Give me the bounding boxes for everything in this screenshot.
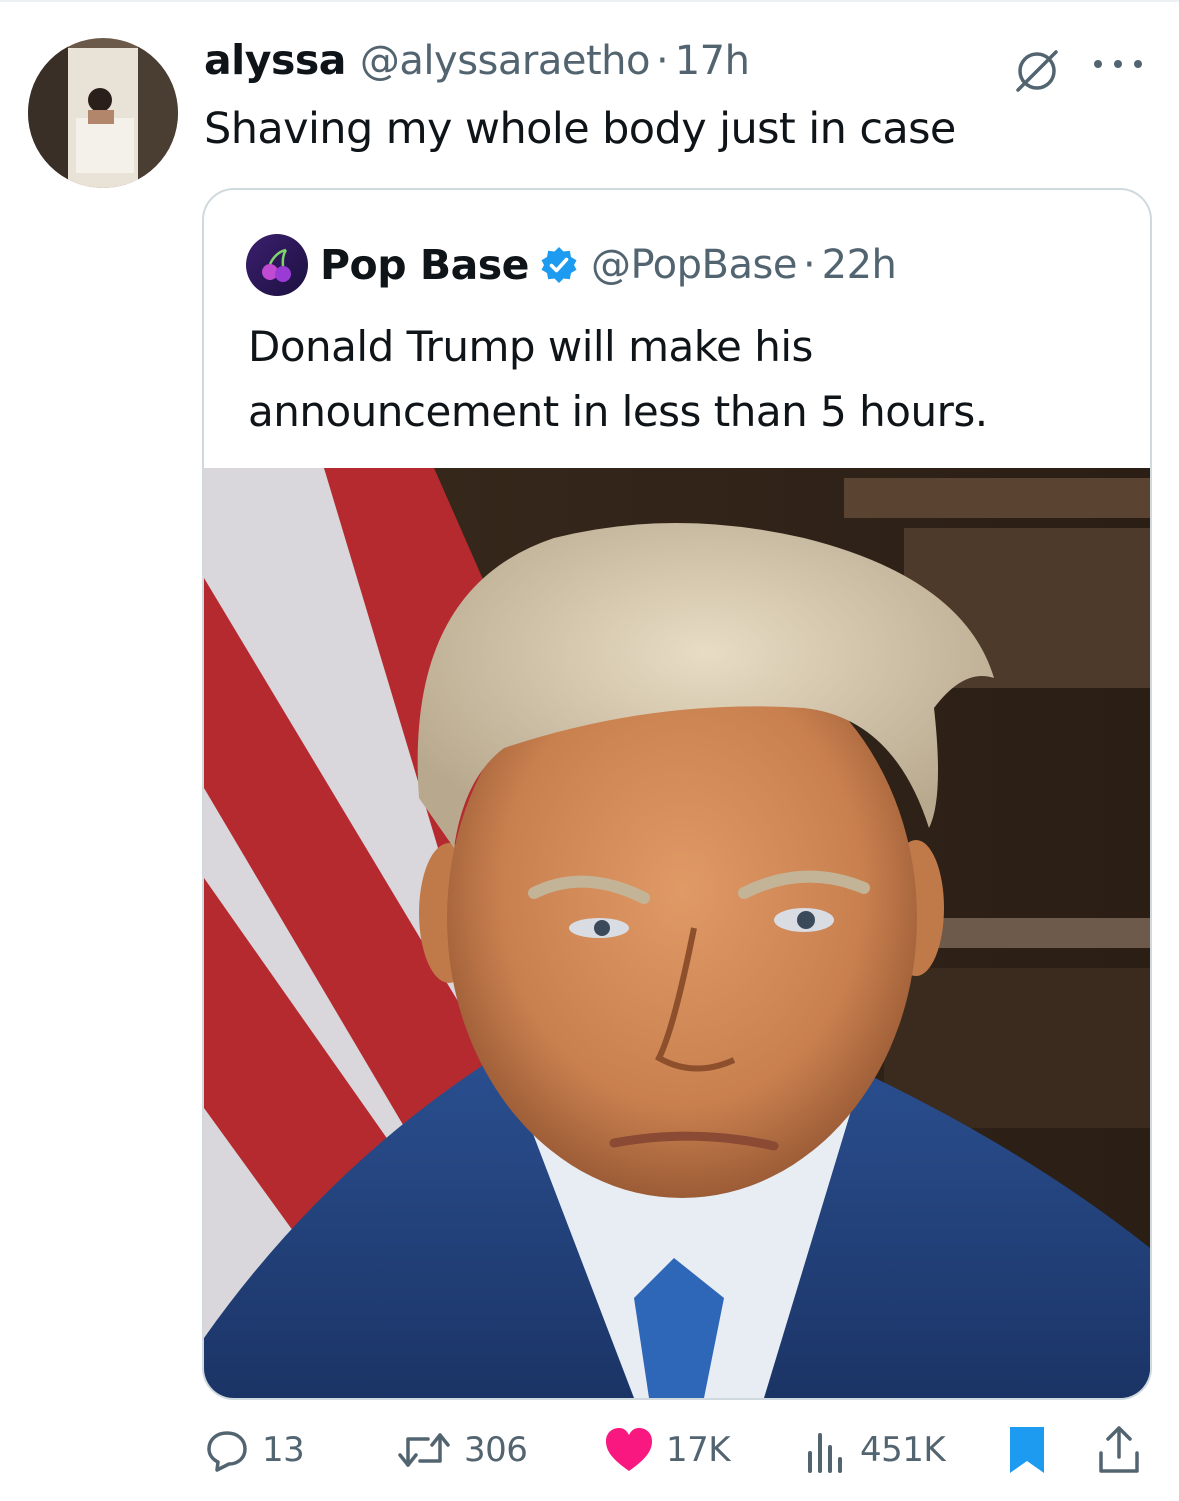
verified-badge-icon — [541, 247, 577, 283]
reply-button[interactable]: 13 — [204, 1420, 305, 1480]
more-icon[interactable] — [1088, 52, 1148, 76]
quoted-tweet-time[interactable]: 22h — [822, 242, 897, 288]
share-button[interactable] — [1096, 1420, 1142, 1480]
quoted-tweet-header: Pop Base @PopBase · 22h — [246, 234, 897, 296]
quoted-author-avatar[interactable] — [246, 234, 308, 296]
tweet-header: alyssa @alyssaraetho · 17h — [204, 36, 750, 96]
quoted-tweet-text: Donald Trump will make his announcement … — [248, 322, 988, 436]
reply-icon — [207, 1431, 247, 1472]
repost-icon — [398, 1433, 450, 1467]
quoted-author-name[interactable]: Pop Base — [320, 241, 529, 289]
view-count: 451K — [860, 1430, 946, 1470]
share-icon — [1099, 1426, 1139, 1473]
quoted-tweet-image[interactable] — [204, 468, 1150, 1398]
views-button[interactable]: 451K — [804, 1420, 946, 1480]
action-bar: 13 306 17K 451K — [0, 1420, 1179, 1480]
bookmark-icon — [1010, 1427, 1044, 1473]
repost-button[interactable]: 306 — [396, 1420, 528, 1480]
author-handle[interactable]: @alyssaraetho — [360, 38, 651, 84]
tweet-text: Shaving my whole body just in case — [204, 104, 956, 154]
like-count: 17K — [666, 1430, 731, 1470]
heart-icon — [606, 1428, 652, 1471]
separator-dot: · — [655, 38, 669, 84]
quoted-author-handle[interactable]: @PopBase — [591, 242, 797, 288]
author-avatar[interactable] — [28, 38, 178, 188]
quoted-separator-dot: · — [802, 242, 816, 288]
bookmark-button[interactable] — [1006, 1420, 1048, 1480]
top-divider — [0, 0, 1179, 2]
author-name[interactable]: alyssa — [204, 36, 346, 84]
reply-count: 13 — [262, 1430, 305, 1470]
tweet-time[interactable]: 17h — [675, 38, 750, 84]
grok-icon[interactable] — [1012, 46, 1062, 96]
like-button[interactable]: 17K — [604, 1420, 731, 1480]
views-icon — [808, 1433, 842, 1473]
quoted-tweet-card[interactable]: Pop Base @PopBase · 22h Donald Trump wil… — [202, 188, 1152, 1400]
repost-count: 306 — [464, 1430, 528, 1470]
